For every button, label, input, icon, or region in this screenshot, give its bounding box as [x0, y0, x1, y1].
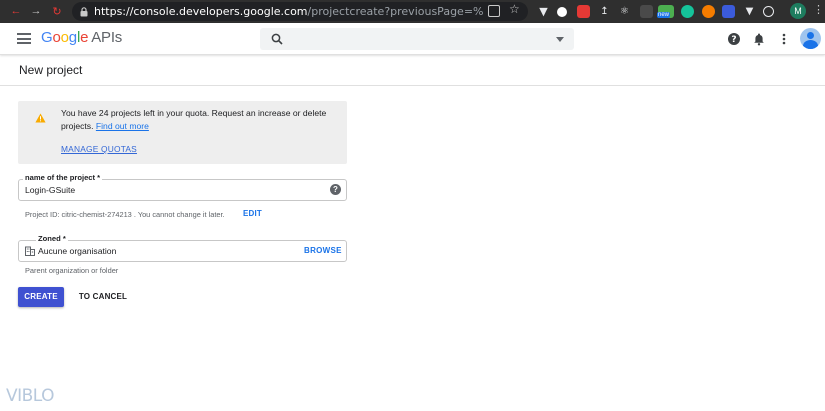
forward-icon[interactable]: → [29, 4, 43, 18]
warning-icon [35, 113, 46, 123]
translate-icon[interactable] [488, 5, 500, 17]
create-button[interactable]: CREATE [18, 287, 64, 307]
browser-profile-avatar[interactable]: M [790, 3, 806, 19]
reload-icon[interactable]: ↻ [50, 4, 64, 18]
lock-icon [80, 7, 88, 17]
extension-red-icon[interactable] [577, 5, 590, 18]
url-text: https://console.developers.google.com/pr… [94, 5, 484, 18]
project-name-field[interactable]: name of the project * Login-GSuite ? [18, 173, 347, 201]
bookmark-star-icon[interactable]: ☆ [509, 2, 520, 16]
extension-ring-icon[interactable] [763, 6, 774, 17]
extension-react-icon[interactable]: ⚛ [618, 5, 631, 18]
location-hint: Parent organization or folder [25, 266, 119, 275]
extension-square-icon[interactable] [640, 5, 653, 18]
extension-grammarly-icon[interactable] [681, 5, 694, 18]
location-field[interactable]: Zoned * Aucune organisation BROWSE [18, 234, 347, 262]
project-id-hint: Project ID: citric-chemist-274213 . You … [25, 210, 225, 219]
page-title: New project [19, 63, 83, 77]
project-dropdown-icon[interactable] [556, 37, 564, 42]
extension-vue-icon[interactable]: ▼ [537, 5, 550, 18]
logo-apis: APIs [91, 29, 123, 46]
find-out-more-link[interactable]: Find out more [96, 121, 149, 131]
logo-google: Google [41, 29, 89, 46]
extension-circle-icon[interactable] [557, 7, 567, 17]
avatar[interactable] [800, 28, 821, 49]
page-title-bar: New project [0, 56, 825, 86]
organization-icon [25, 246, 35, 256]
project-name-value[interactable]: Login-GSuite [25, 185, 75, 195]
extension-new-badge: new [657, 12, 671, 18]
help-icon[interactable]: ? [330, 184, 341, 195]
extension-lightning-icon[interactable]: ↥ [598, 5, 611, 18]
more-vert-icon[interactable] [777, 32, 791, 46]
browser-menu-icon[interactable]: ⋮ [813, 3, 824, 16]
search-input[interactable] [260, 28, 574, 50]
app-header: Google APIs ? [0, 23, 825, 55]
svg-text:?: ? [731, 35, 736, 45]
help-icon[interactable]: ? [727, 32, 741, 46]
viblo-watermark: VIBLO [6, 386, 55, 406]
location-label: Zoned * [36, 234, 68, 243]
cancel-button[interactable]: TO CANCEL [75, 287, 131, 307]
quota-notice: You have 24 projects left in your quota.… [18, 101, 347, 164]
search-icon [271, 33, 283, 45]
project-name-label: name of the project * [23, 173, 103, 182]
extension-orange-icon[interactable] [702, 5, 715, 18]
quota-message: You have 24 projects left in your quota.… [61, 107, 331, 133]
back-icon[interactable]: ← [9, 4, 23, 18]
extension-d-icon[interactable] [722, 5, 735, 18]
hamburger-menu-icon[interactable] [17, 33, 31, 44]
google-apis-logo[interactable]: Google APIs [41, 29, 122, 46]
notifications-bell-icon[interactable] [752, 32, 766, 46]
browse-button[interactable]: BROWSE [304, 246, 342, 255]
manage-quotas-link[interactable]: MANAGE QUOTAS [61, 144, 137, 154]
extension-shield-icon[interactable]: ▼ [743, 5, 756, 18]
browser-toolbar: ← → ↻ https://console.developers.google.… [0, 0, 825, 23]
edit-project-id-button[interactable]: EDIT [243, 209, 262, 218]
location-value: Aucune organisation [38, 246, 117, 256]
address-bar[interactable]: https://console.developers.google.com/pr… [72, 2, 528, 21]
